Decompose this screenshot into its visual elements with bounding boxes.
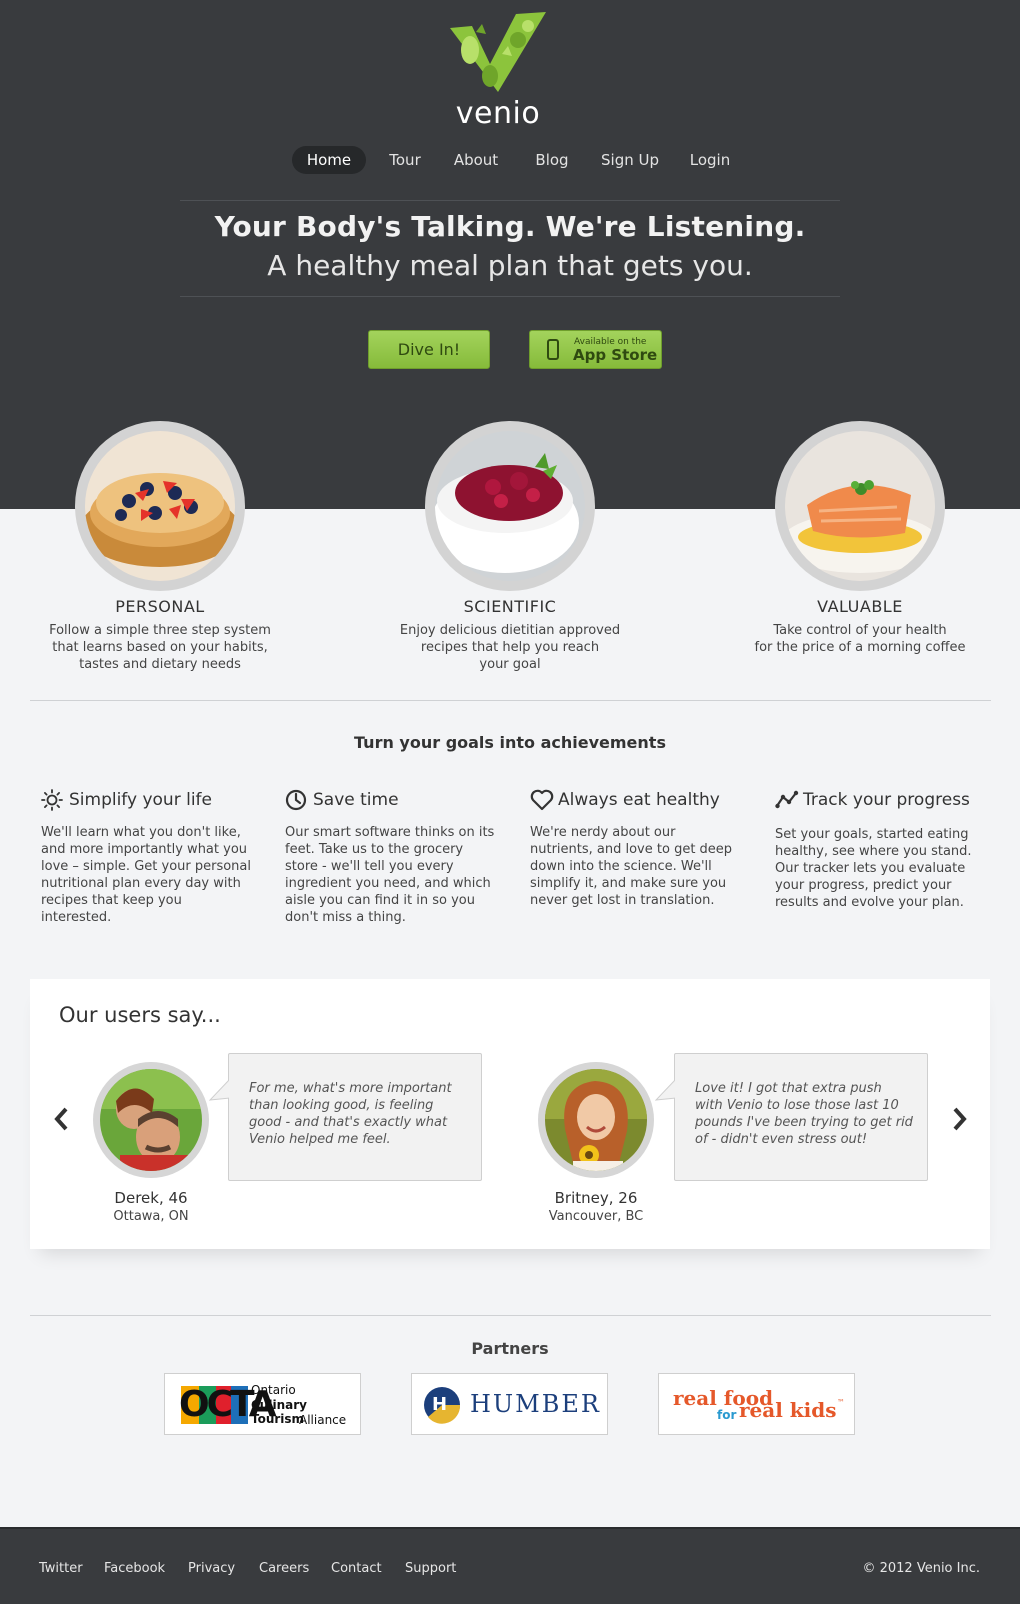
dive-in-button[interactable]: Dive In!: [368, 330, 490, 369]
venio-logo[interactable]: venio: [446, 10, 550, 134]
avatar: [538, 1062, 654, 1178]
nav-home[interactable]: Home: [292, 146, 366, 174]
speech-tail: [655, 1078, 677, 1104]
app-store-button[interactable]: Available on the App Store: [529, 330, 662, 369]
graph-icon: [775, 790, 799, 809]
testimonial-bubble: Love it! I got that extra push with Veni…: [655, 1053, 928, 1181]
carousel-next-icon[interactable]: [952, 1106, 968, 1132]
testimonial-place: Ottawa, ON: [113, 1209, 189, 1224]
partner-real-food-logo[interactable]: real food for real kids ™: [658, 1373, 855, 1435]
footer-link-privacy[interactable]: Privacy: [188, 1561, 235, 1576]
testimonial-place: Vancouver, BC: [548, 1209, 644, 1224]
hero-headline: Your Body's Talking. We're Listening.: [214, 210, 806, 243]
goal-title: Save time: [313, 790, 399, 810]
footer-link-facebook[interactable]: Facebook: [104, 1561, 165, 1576]
testimonial-name: Derek, 46: [114, 1189, 188, 1207]
feature-description: Enjoy delicious dietitian approved recip…: [399, 623, 621, 672]
hero-rule-top: [180, 200, 840, 201]
humber-name: HUMBER: [470, 1390, 601, 1418]
octa-line-1: Ontario: [251, 1383, 296, 1397]
brand-name: venio: [455, 96, 541, 131]
feature-description: Take control of your health for the pric…: [754, 623, 966, 655]
feature-title: SCIENTIFIC: [463, 597, 557, 616]
testimonial-bubble: For me, what's more important than looki…: [209, 1053, 482, 1181]
derek-photo: [100, 1069, 202, 1171]
footer-link-careers[interactable]: Careers: [259, 1561, 309, 1576]
feature-image-frame: [75, 421, 245, 591]
partners-heading: Partners: [471, 1339, 549, 1358]
footer: Twitter Facebook Privacy Careers Contact…: [0, 1527, 1020, 1604]
nav-sign-up[interactable]: Sign Up: [593, 146, 667, 174]
feature-image-frame: [775, 421, 945, 591]
footer-link-twitter[interactable]: Twitter: [39, 1561, 83, 1576]
venio-v-mark: [450, 12, 546, 92]
speech-tail: [209, 1078, 231, 1104]
salmon-image: [785, 431, 935, 581]
rfrk-tm: ™: [837, 1398, 845, 1407]
octa-line-3: Alliance: [299, 1413, 347, 1427]
partner-octa-logo[interactable]: OCTA Ontario Culinary Tourism Alliance: [164, 1373, 361, 1435]
hero-subhead: A healthy meal plan that gets you.: [267, 249, 753, 282]
nav-tour[interactable]: Tour: [380, 146, 430, 174]
hero-rule-bottom: [180, 296, 840, 297]
feature-image-frame: [425, 421, 595, 591]
octa-mark: OCTA: [179, 1384, 277, 1425]
rfrk-line-2: for: [717, 1408, 737, 1422]
heart-icon: [530, 789, 554, 811]
copyright: © 2012 Venio Inc.: [862, 1561, 980, 1576]
goals-heading: Turn your goals into achievements: [354, 733, 666, 752]
phone-icon: [547, 339, 559, 360]
partner-humber-logo[interactable]: H HUMBER: [411, 1373, 608, 1435]
nav-about[interactable]: About: [446, 146, 506, 174]
carousel-prev-icon[interactable]: [53, 1106, 69, 1132]
britney-photo: [545, 1069, 647, 1171]
testimonials-panel: Our users say... Derek, 46 Ottawa, ON Fo…: [30, 979, 990, 1249]
footer-link-contact[interactable]: Contact: [331, 1561, 382, 1576]
avatar: [93, 1062, 209, 1178]
rfrk-line-3: real kids: [739, 1398, 837, 1422]
section-divider: [30, 1315, 991, 1316]
nav-blog[interactable]: Blog: [526, 146, 578, 174]
footer-link-support[interactable]: Support: [405, 1561, 456, 1576]
testimonial-quote: For me, what's more important than looki…: [249, 1081, 452, 1147]
goal-text: We'll learn what you don't like, and mor…: [41, 825, 251, 925]
humber-mark: H: [432, 1394, 448, 1415]
sun-icon: [41, 789, 63, 811]
clock-icon: [285, 789, 307, 811]
feature-title: PERSONAL: [115, 597, 205, 616]
testimonial-quote: Love it! I got that extra push with Veni…: [695, 1081, 913, 1147]
feature-title: VALUABLE: [817, 597, 903, 616]
main-nav: Home Tour About Blog Sign Up Login: [0, 146, 1020, 174]
section-divider: [30, 700, 991, 701]
testimonial-name: Britney, 26: [554, 1189, 638, 1207]
goal-title: Always eat healthy: [558, 790, 720, 810]
app-store-big-label: App Store: [573, 346, 658, 364]
beet-salad-image: [435, 431, 585, 581]
goal-text: Set your goals, started eating healthy, …: [775, 827, 972, 910]
pancakes-image: [85, 431, 235, 581]
goal-text: We're nerdy about our nutrients, and lov…: [530, 825, 733, 908]
goal-title: Simplify your life: [69, 790, 212, 810]
goal-text: Our smart software thinks on its feet. T…: [285, 825, 495, 925]
testimonials-heading: Our users say...: [59, 1003, 221, 1027]
goal-title: Track your progress: [803, 790, 970, 810]
feature-description: Follow a simple three step system that l…: [49, 623, 271, 672]
nav-login[interactable]: Login: [682, 146, 738, 174]
